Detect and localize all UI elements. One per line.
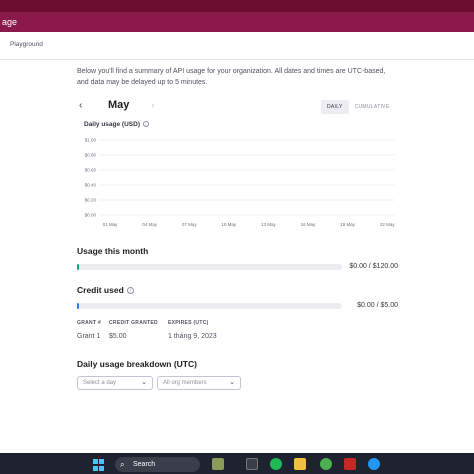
x-tick-label: 19 May bbox=[340, 222, 356, 227]
credit-progress-bar bbox=[77, 303, 342, 309]
members-select[interactable]: All org members ⌄ bbox=[157, 376, 241, 390]
nav-bar: Playground bbox=[0, 32, 474, 60]
taskbar: ⌕ Search bbox=[0, 453, 474, 474]
x-tick-label: 01 May bbox=[103, 222, 119, 227]
day-select-placeholder: Select a day bbox=[83, 380, 117, 386]
breakdown-title: Daily usage breakdown (UTC) bbox=[77, 359, 197, 369]
file-explorer-icon[interactable] bbox=[294, 458, 306, 470]
app-header-title: age bbox=[2, 17, 18, 27]
usage-progress-fill bbox=[77, 264, 79, 270]
chevron-left-icon[interactable]: ‹ bbox=[79, 100, 82, 111]
usage-value: $0.00 / $120.00 bbox=[349, 263, 398, 270]
x-tick-label: 16 May bbox=[301, 222, 317, 227]
x-tick-label: 10 May bbox=[221, 222, 237, 227]
month-navigator: ‹ May › DAILY CUMULATIVE bbox=[77, 99, 397, 114]
weather-icon[interactable] bbox=[212, 458, 224, 470]
search-icon: ⌕ bbox=[120, 460, 125, 469]
taskbar-search[interactable]: ⌕ Search bbox=[115, 457, 200, 472]
grant-header-number: GRANT # bbox=[77, 320, 102, 326]
info-icon[interactable]: i bbox=[126, 287, 134, 295]
x-tick-label: 04 May bbox=[142, 222, 158, 227]
grant-cell-number: Grant 1 bbox=[77, 333, 101, 340]
spotify-icon[interactable] bbox=[270, 458, 282, 470]
members-select-value: All org members bbox=[163, 380, 207, 386]
windows-start-icon[interactable] bbox=[93, 459, 105, 471]
chrome-icon[interactable] bbox=[320, 458, 332, 470]
y-tick-label: $0.00 bbox=[85, 213, 97, 218]
info-icon[interactable]: i bbox=[143, 121, 149, 128]
chevron-right-icon[interactable]: › bbox=[151, 100, 154, 111]
y-tick-label: $0.40 bbox=[85, 183, 97, 188]
grant-cell-credit: $5.00 bbox=[109, 333, 127, 340]
view-toggle: DAILY CUMULATIVE bbox=[321, 100, 395, 114]
game-app-icon[interactable] bbox=[344, 458, 356, 470]
day-select[interactable]: Select a day ⌄ bbox=[77, 376, 153, 390]
nav-link-playground[interactable]: Playground bbox=[10, 41, 43, 48]
grant-cell-expires: 1 tháng 9, 2023 bbox=[168, 333, 217, 340]
chart-title-text: Daily usage (USD) bbox=[84, 121, 140, 128]
y-tick-label: $0.20 bbox=[85, 198, 97, 203]
intro-line-1: Below you'll find a summary of API usage… bbox=[77, 68, 386, 75]
cumulative-tab[interactable]: CUMULATIVE bbox=[349, 100, 396, 114]
y-tick-label: $0.80 bbox=[85, 153, 97, 158]
usage-this-month-title: Usage this month bbox=[77, 246, 149, 256]
window-top-strip bbox=[0, 0, 474, 12]
task-view-icon[interactable] bbox=[246, 458, 258, 470]
chevron-down-icon: ⌄ bbox=[229, 379, 235, 386]
intro-line-2: and data may be delayed up to 5 minutes. bbox=[77, 79, 208, 86]
daily-tab[interactable]: DAILY bbox=[321, 100, 349, 114]
app-header: age bbox=[0, 12, 474, 32]
daily-usage-chart: $1.00 $0.80 $0.60 $0.40 $0.20 $0.00 01 May 04 M… bbox=[85, 138, 396, 228]
grant-header-expires: EXPIRES (UTC) bbox=[168, 320, 209, 326]
credit-progress-fill bbox=[77, 303, 79, 309]
chart-title: Daily usage (USD) i bbox=[84, 121, 149, 128]
grant-header-credit: CREDIT GRANTED bbox=[109, 320, 158, 326]
intro-text: Below you'll find a summary of API usage… bbox=[77, 66, 397, 88]
credit-used-label: Credit used bbox=[77, 285, 124, 295]
credit-value: $0.00 / $5.00 bbox=[357, 302, 398, 309]
chrome-profile-icon[interactable] bbox=[368, 458, 380, 470]
x-tick-label: 13 May bbox=[261, 222, 277, 227]
credit-used-title: Credit used i bbox=[77, 285, 134, 295]
y-tick-label: $1.00 bbox=[85, 138, 97, 143]
taskbar-search-label: Search bbox=[133, 461, 156, 468]
month-label: May bbox=[108, 99, 130, 111]
y-tick-label: $0.60 bbox=[85, 168, 97, 173]
x-tick-label: 07 May bbox=[182, 222, 198, 227]
usage-progress-bar bbox=[77, 264, 342, 270]
chevron-down-icon: ⌄ bbox=[141, 379, 147, 386]
x-tick-label: 22 May bbox=[380, 222, 396, 227]
